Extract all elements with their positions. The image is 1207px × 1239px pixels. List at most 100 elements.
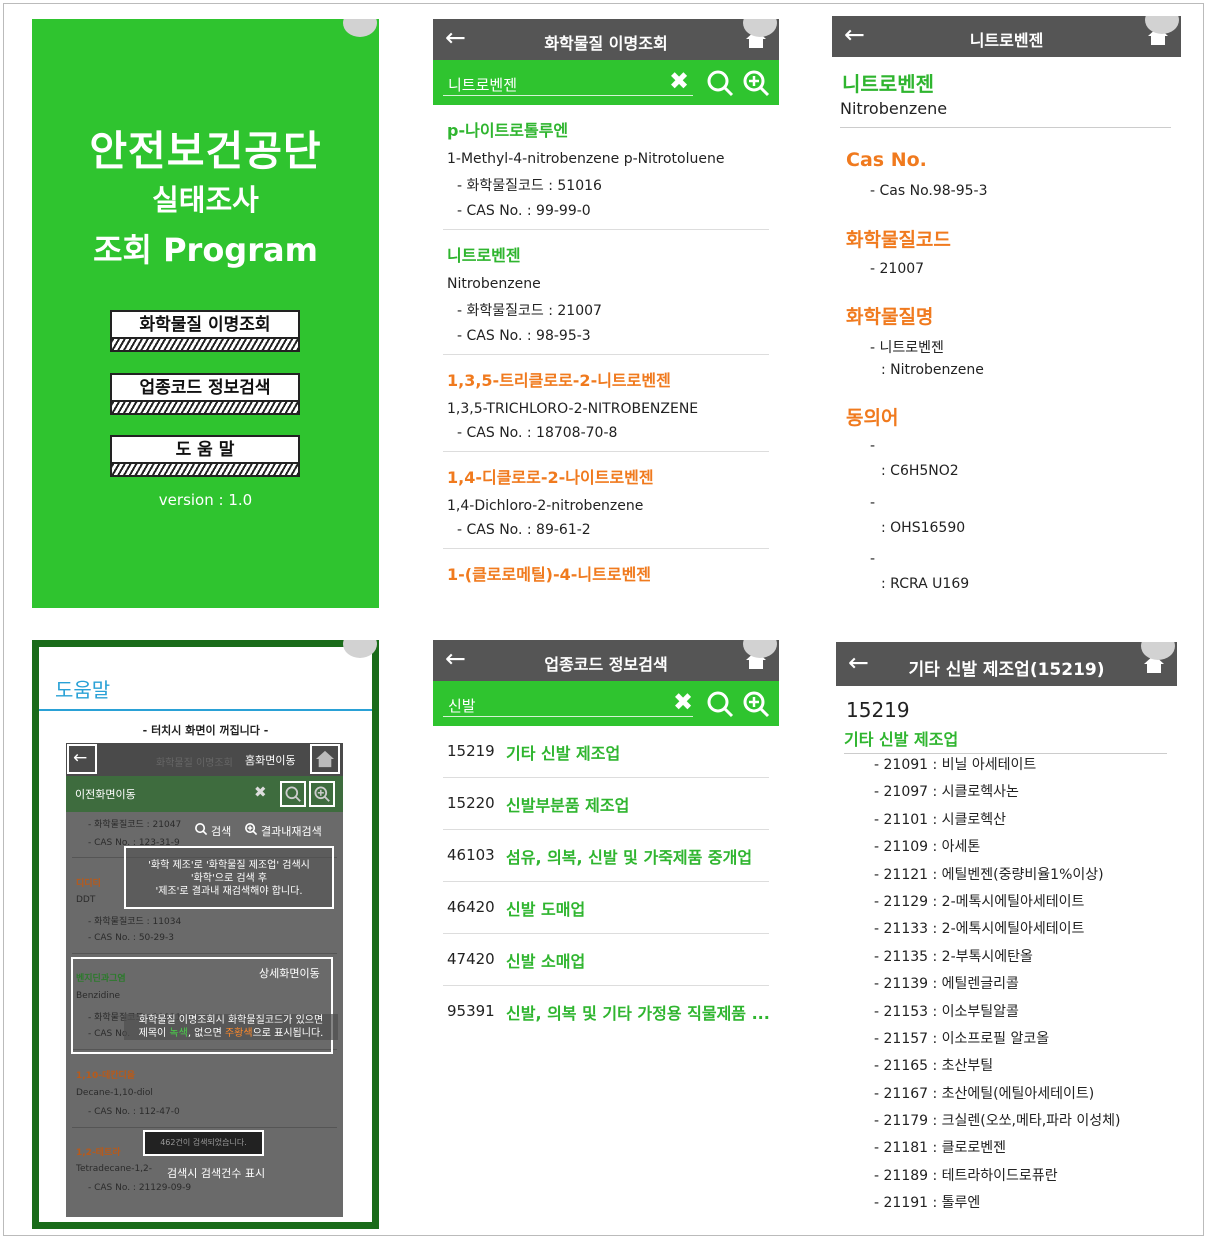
- chemical-item: - 21133 : 2-에톡시에틸아세테이트: [874, 921, 1085, 938]
- clear-x-icon[interactable]: ✖: [669, 67, 689, 95]
- chemical-item: - 21129 : 2-메톡시에틸아세테이트: [874, 893, 1085, 910]
- input-underline: [443, 95, 693, 96]
- synonym-heading: 동의어: [846, 407, 899, 429]
- header-title: 니트로벤젠: [969, 31, 1044, 50]
- detail-english-name: Nitrobenzene: [840, 99, 948, 118]
- list-item[interactable]: 1,4-디클로로-2-나이트로벤젠 1,4-Dichloro-2-nitrobe…: [443, 452, 769, 549]
- item-english-name: 1,3,5-TRICHLORO-2-NITROBENZENE: [447, 401, 699, 417]
- chemical-item: - 21181 : 클로로벤젠: [874, 1140, 1007, 1157]
- chemical-item: - 21165 : 초산부틸: [874, 1058, 994, 1075]
- industry-code: 95391: [447, 1002, 495, 1020]
- bg-text: - CAS No. : 21129-09-9: [88, 1183, 192, 1193]
- list-item[interactable]: 1,3,5-트리클로로-2-니트로벤젠 1,3,5-TRICHLORO-2-NI…: [443, 355, 769, 452]
- search-icon[interactable]: [705, 68, 735, 98]
- cas-heading: Cas No.: [846, 149, 927, 171]
- list-item[interactable]: p-나이트로톨루엔 1-Methyl-4-nitrobenzene p-Nitr…: [443, 105, 769, 230]
- chemical-item: - 21101 : 시클로헥산: [874, 811, 1007, 828]
- list-item[interactable]: 47420 신발 소매업: [443, 934, 769, 986]
- search-icon: [195, 823, 208, 836]
- zoom-search-icon[interactable]: [741, 689, 771, 719]
- industry-name: 신발부분품 제조업: [506, 796, 630, 815]
- color-note-text: 으로 표시됩니다.: [252, 1028, 324, 1039]
- chemical-search-screen: ← 화학물질 이명조회 니트로벤젠 ✖ p-나이트로톨루엔 1-Methyl-4…: [433, 19, 779, 608]
- list-item[interactable]: 46103 섬유, 의복, 신발 및 가죽제품 중개업: [443, 830, 769, 882]
- search-icon: [285, 786, 301, 802]
- tap-to-close-note: - 터치시 화면이 꺼집니다 -: [142, 724, 269, 737]
- industry-detail-screen: ← 기타 신발 제조업(15219) 15219 기타 신발 제조업 - 210…: [836, 642, 1177, 1225]
- home-move-label: 홈화면이동: [245, 754, 296, 767]
- version-label: version : 1.0: [158, 491, 253, 509]
- header-title: 기타 신발 제조업(15219): [908, 660, 1105, 680]
- home-icon: [316, 750, 334, 768]
- count-note: 검색시 검색건수 표시: [167, 1167, 266, 1180]
- name-value-english: : Nitrobenzene: [881, 362, 984, 378]
- back-arrow-icon[interactable]: ←: [844, 20, 865, 50]
- list-item[interactable]: 15219 기타 신발 제조업: [443, 726, 769, 778]
- result-list: p-나이트로톨루엔 1-Methyl-4-nitrobenzene p-Nitr…: [433, 105, 779, 608]
- list-item[interactable]: 95391 신발, 의복 및 기타 가정용 직물제품 ...: [443, 986, 770, 1038]
- help-button[interactable]: 도 움 말: [110, 435, 300, 477]
- industry-name: 섬유, 의복, 신발 및 가죽제품 중개업: [506, 848, 753, 867]
- bg-text: DDT: [76, 895, 96, 905]
- chemical-item: - 21097 : 시클로헥사논: [874, 784, 1019, 801]
- chemical-item: - 21167 : 초산에틸(에틸아세테이트): [874, 1085, 1095, 1102]
- item-english-name: 1-Methyl-4-nitrobenzene p-Nitrotoluene: [447, 151, 725, 167]
- search-bar: 니트로벤젠 ✖: [433, 60, 779, 105]
- search-note: '화학 제조'로 '화학물질 제조업' 검색시 '화학'으로 검색 후 '제조'…: [148, 860, 310, 897]
- color-note-line1: 화학물질 이명조회시 화학물질코드가 있으면: [138, 1015, 324, 1026]
- zoom-search-icon: [314, 786, 330, 802]
- code-heading: 화학물질코드: [846, 229, 951, 251]
- zoom-search-icon[interactable]: [741, 68, 771, 98]
- chemical-item: - 21179 : 크실렌(오쏘,메타,파라 이성체): [874, 1113, 1121, 1130]
- bg-text: 디디티: [76, 879, 101, 889]
- search-bar: 신발 ✖: [433, 681, 779, 726]
- item-english-name: 1,4-Dichloro-2-nitrobenzene: [447, 498, 644, 514]
- app-header: ← 니트로벤젠: [832, 16, 1181, 57]
- bg-header-title: 화학물질 이명조회: [156, 758, 233, 769]
- search-label: 검색: [211, 825, 232, 838]
- corner-button[interactable]: [343, 19, 377, 37]
- search-input[interactable]: 신발: [448, 695, 476, 716]
- list-item[interactable]: 46420 신발 도매업: [443, 882, 769, 934]
- back-arrow-icon[interactable]: ←: [848, 648, 869, 678]
- chemical-item: - 21109 : 아세톤: [874, 839, 981, 856]
- back-arrow-icon[interactable]: ←: [445, 23, 466, 53]
- industry-name: 신발 도매업: [506, 900, 586, 919]
- back-arrow-icon: ←: [73, 748, 88, 768]
- help-title: 도움말: [55, 678, 111, 702]
- industry-code: 46103: [447, 846, 495, 864]
- bg-text: 1,2-테트라: [76, 1148, 121, 1158]
- chemical-detail-screen: ← 니트로벤젠 니트로벤젠 Nitrobenzene Cas No. - Cas…: [832, 16, 1181, 610]
- list-item[interactable]: 15220 신발부분품 제조업: [443, 778, 769, 830]
- color-note-green: 녹색: [169, 1028, 188, 1039]
- back-arrow-icon[interactable]: ←: [445, 644, 466, 674]
- divider: [840, 127, 1171, 128]
- color-note-orange: 주황색: [224, 1028, 253, 1039]
- bg-text: - CAS No. : 112-47-0: [88, 1107, 180, 1117]
- bg-text: - CAS No. : 50-29-3: [88, 933, 174, 943]
- detail-korean-name: 니트로벤젠: [842, 72, 934, 96]
- industry-code-search-button[interactable]: 업종코드 정보검색: [110, 373, 300, 415]
- industry-name: 신발 소매업: [506, 952, 586, 971]
- help-title-underline: [39, 709, 372, 711]
- list-item[interactable]: 니트로벤젠 Nitrobenzene - 화학물질코드 : 21007 - CA…: [443, 230, 769, 355]
- help-screenshot: 화학물질 이명조회 - 화학물질코드 : 21047 - CAS No. : 1…: [66, 743, 343, 1217]
- chemical-alias-search-button[interactable]: 화학물질 이명조회: [110, 310, 300, 352]
- industry-code: 47420: [447, 950, 495, 968]
- synonym-value: : C6H5NO2: [881, 463, 959, 479]
- help-screen[interactable]: 도움말 - 터치시 화면이 꺼집니다 - 화학물질 이명조회 - 화학물질코드 …: [32, 640, 379, 1229]
- clear-x-icon[interactable]: ✖: [673, 688, 693, 716]
- industry-result-list: 15219 기타 신발 제조업 15220 신발부분품 제조업 46103 섬유, 의…: [433, 726, 779, 1038]
- industry-name: 기타 신발 제조업: [506, 744, 621, 763]
- item-cas-no: - CAS No. : 98-95-3: [457, 328, 591, 344]
- chemical-item: - 21157 : 이소프로필 알코올: [874, 1030, 1050, 1047]
- chemical-list: - 21091 : 비닐 아세테이트 - 21097 : 시클로헥사논 - 21…: [874, 752, 1121, 1218]
- color-note-text: 제목이: [138, 1028, 170, 1039]
- list-item[interactable]: 1-(클로로메틸)-4-니트로벤젠: [443, 549, 769, 595]
- chemical-item: - 21135 : 2-부톡시에탄올: [874, 948, 1033, 965]
- header-title: 화학물질 이명조회: [544, 34, 668, 53]
- search-input[interactable]: 니트로벤젠: [448, 74, 517, 95]
- industry-name: 기타 신발 제조업: [844, 730, 959, 749]
- search-icon[interactable]: [705, 689, 735, 719]
- synonym-value: : RCRA U169: [881, 576, 970, 592]
